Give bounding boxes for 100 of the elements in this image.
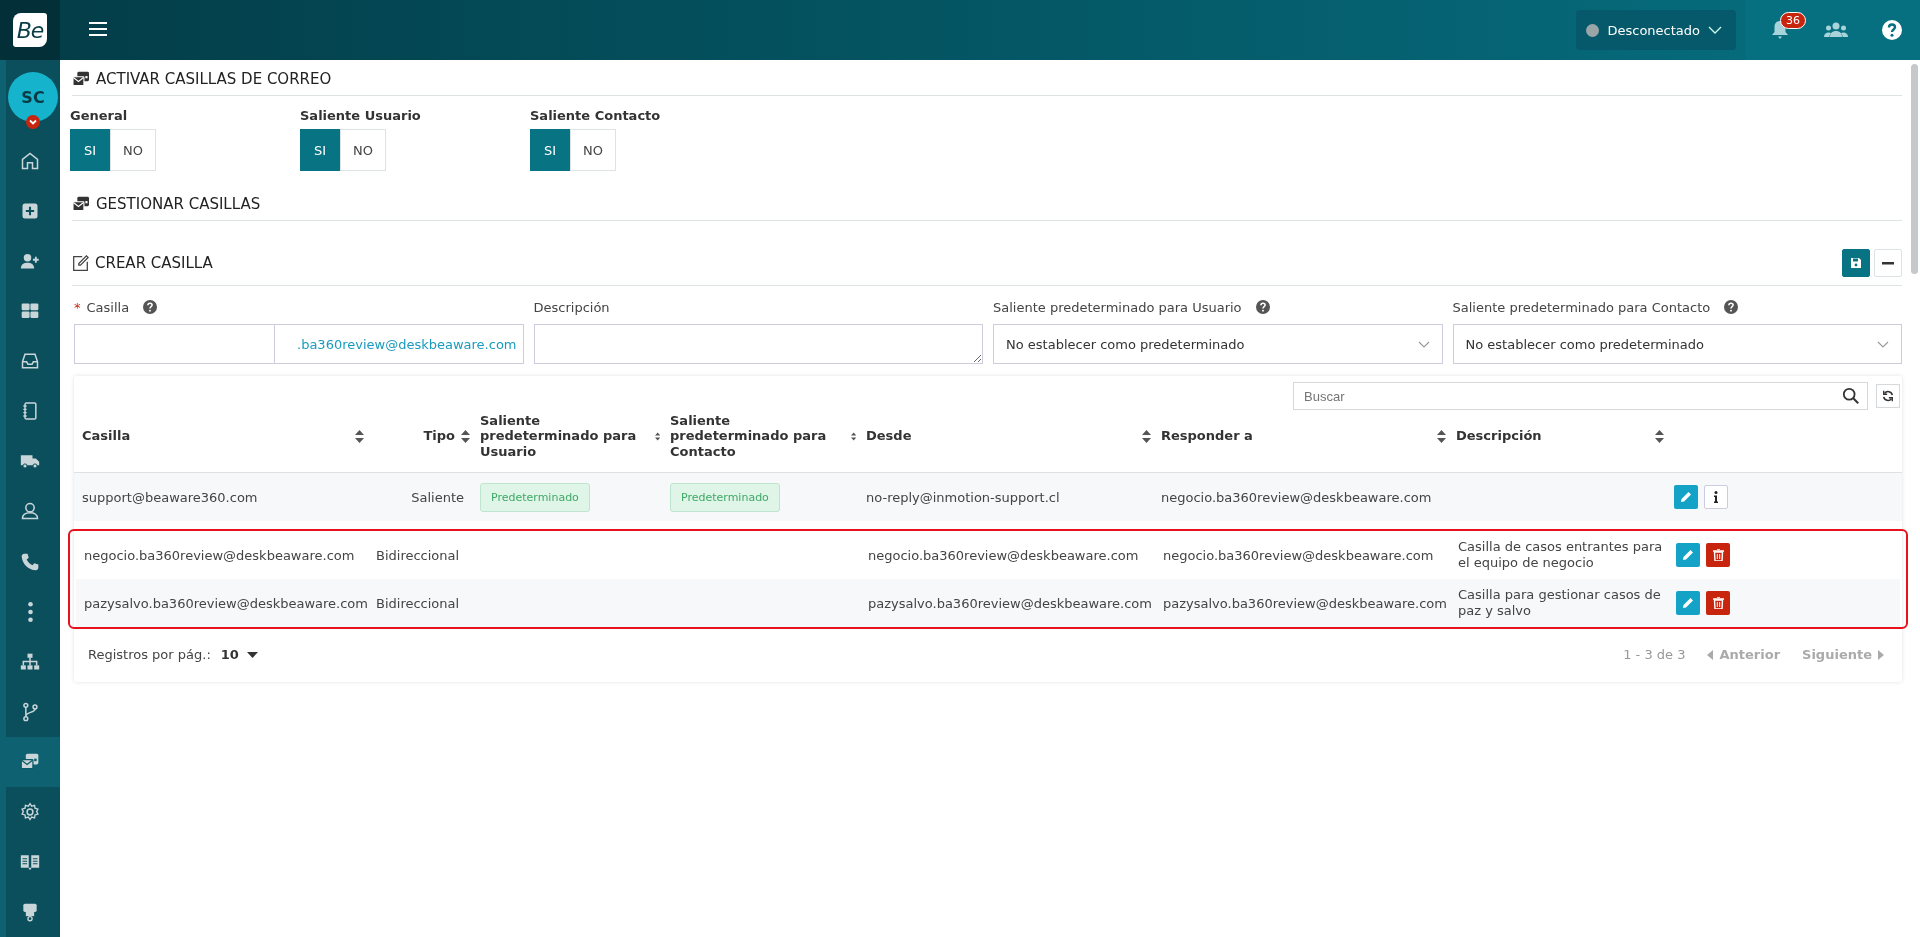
rows-per-page-select[interactable]: 10 [220,647,258,662]
field-label: Casilla [86,299,130,315]
table-cell: no-reply@inmotion-support.cl [866,489,1060,505]
toggle-option[interactable]: NO [340,129,386,171]
settings-icon [20,801,40,822]
default-badge: Predeterminado [480,482,590,512]
help-icon [1882,20,1902,40]
table-cell: negocio.ba360review@deskbeaware.com [1163,547,1434,563]
caret-right-icon [1878,649,1884,660]
table-cell: negocio.ba360review@deskbeaware.com [84,547,355,563]
domain-addon: .ba360review@deskbeaware.com [275,324,524,364]
user-icon [20,501,40,522]
more-icon [27,601,33,622]
mailboxes-icon [20,751,40,772]
table-cell: Casilla para gestionar casos de paz y salvo [1458,586,1661,618]
edit-button[interactable] [1676,591,1700,615]
trash-icon [1712,597,1724,609]
default-badge: Predeterminado [670,482,780,512]
select-field[interactable]: No establecer como predeterminado [993,324,1443,364]
trash-icon [1712,549,1724,561]
pencil-icon [1680,491,1692,503]
section-title: CREAR CASILLA [95,254,213,272]
user-plus-icon [20,251,40,272]
sort-icon [1142,429,1151,443]
required-asterisk: * [74,299,81,315]
collapse-button[interactable] [1874,249,1902,277]
menu-icon [88,20,108,37]
mailboxes-icon [72,196,90,212]
table-cell: Saliente [411,489,464,505]
table-cell: pazysalvo.ba360review@deskbeaware.com [868,595,1152,611]
table-cell: negocio.ba360review@deskbeaware.com [1161,489,1432,505]
page-range: 1 - 3 de 3 [1623,647,1686,662]
plus-square-icon [20,201,40,222]
save-icon [1850,257,1862,269]
table-cell: Bidireccional [376,547,460,563]
column-header[interactable]: Descripción [1456,428,1542,444]
chevron-down-icon [1708,26,1722,34]
info-button[interactable] [1704,485,1728,509]
chevron-down-icon [1877,340,1889,348]
notification-count: 36 [1780,12,1806,29]
column-header[interactable]: Saliente predeterminado para Usuario [480,412,649,460]
toggle-option[interactable]: SI [70,129,110,171]
caret-down-icon [246,651,258,658]
field-label: Descripción [533,299,610,315]
refresh-button[interactable] [1876,384,1900,408]
save-button[interactable] [1842,249,1870,277]
description-field[interactable] [533,324,983,364]
table-cell: support@beaware360.com [82,489,258,505]
info-icon [1714,491,1718,503]
rows-per-page-label: Registros por pág.: [88,647,211,662]
home-icon [20,151,40,172]
chevron-down-icon[interactable] [26,115,40,129]
toggle-label: General [70,108,129,123]
table-cell: pazysalvo.ba360review@deskbeaware.com [84,595,368,611]
field-label: Saliente predeterminado para Usuario [993,299,1242,315]
plug-icon [20,901,40,922]
column-header[interactable]: Saliente predeterminado para Contacto [670,412,845,460]
column-header[interactable]: Tipo [423,428,455,444]
mailboxes-icon [72,71,90,87]
toggle-option[interactable]: SI [530,129,570,171]
edit-icon [72,254,89,272]
chevron-down-icon [1417,340,1430,348]
help-icon [1255,300,1270,314]
section-title: GESTIONAR CASILLAS [96,195,261,213]
table-cell: Bidireccional [376,595,460,611]
table-cell: negocio.ba360review@deskbeaware.com [868,547,1139,563]
toggle-option[interactable]: NO [110,129,156,171]
edit-button[interactable] [1676,543,1700,567]
scrollbar-thumb[interactable] [1911,64,1918,274]
notebook-icon [20,401,40,422]
table-cell: pazysalvo.ba360review@deskbeaware.com [1163,595,1447,611]
toggle-label: Saliente Contacto [530,108,662,123]
caret-left-icon [1707,649,1714,660]
toggle-option[interactable]: NO [570,129,616,171]
sort-icon [1437,429,1446,443]
pencil-icon [1682,597,1694,609]
field-label: Saliente predeterminado para Contacto [1452,299,1711,315]
select-field[interactable]: No establecer como predeterminado [1452,324,1902,364]
column-header[interactable]: Casilla [82,428,131,444]
pencil-icon [1682,549,1694,561]
sort-icon [355,429,364,443]
phone-icon [20,551,40,572]
mailbox-input-field[interactable] [74,324,275,364]
column-header[interactable]: Desde [866,428,912,444]
delete-button[interactable] [1706,591,1730,615]
column-header[interactable]: Responder a [1161,428,1253,444]
minus-icon [1882,261,1894,265]
user-avatar[interactable]: SC [8,72,58,122]
refresh-icon [1882,390,1894,402]
edit-button[interactable] [1674,485,1698,509]
table-cell: Casilla de casos entrantes para el equipo de negocio [1458,538,1663,570]
help-icon [143,300,158,314]
sitemap-icon [20,651,40,672]
search-field[interactable]: Buscar [1293,382,1868,410]
toggle-option[interactable]: SI [300,129,340,171]
app-logo[interactable]: Be [13,13,47,47]
search-icon [1842,387,1860,405]
delete-button[interactable] [1706,543,1730,567]
help-icon [1724,300,1739,314]
status-dropdown[interactable]: Desconectado [1576,10,1736,50]
